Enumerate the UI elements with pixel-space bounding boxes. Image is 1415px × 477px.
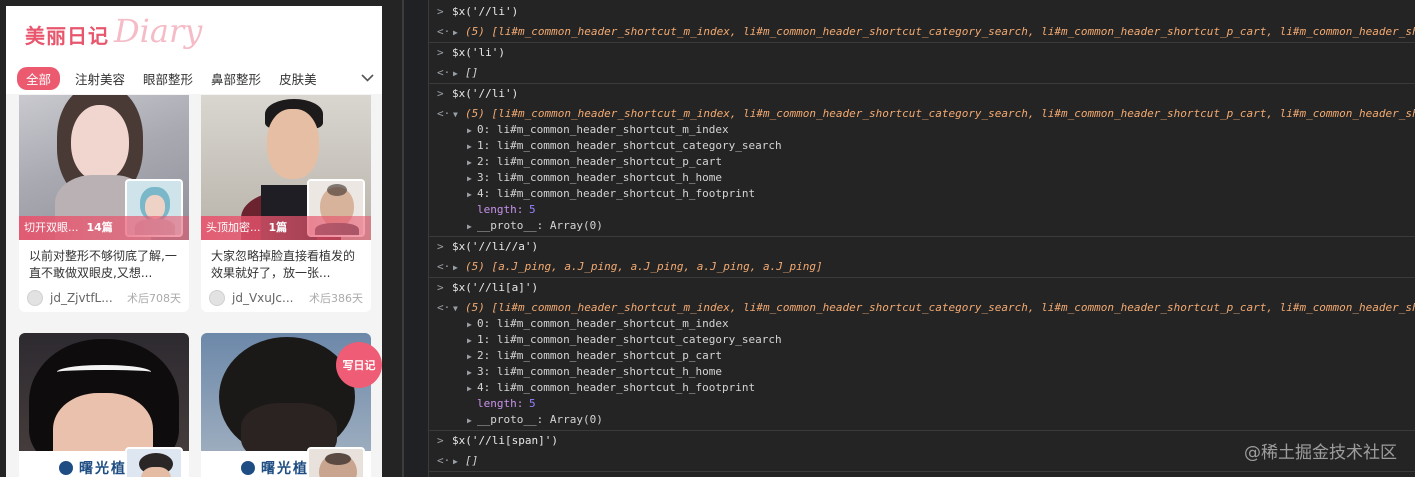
tab-skin[interactable]: 皮肤美: [279, 69, 317, 88]
card-thumbnail: [125, 447, 183, 477]
category-tabs: 全部 注射美容 眼部整形 鼻部整形 皮肤美: [6, 62, 382, 94]
result-arrow-icon: <·: [437, 107, 451, 120]
card-footer: jd_ZjvtfL... 术后708天: [19, 284, 189, 312]
diary-card[interactable]: 头顶加密... 1篇 大家忽略掉脸直接看植发的效果就好了，放一张... jd_Vx…: [201, 95, 371, 312]
expand-triangle-icon[interactable]: ▶: [467, 139, 472, 155]
expand-triangle-icon[interactable]: ▶: [467, 155, 472, 171]
expand-triangle-icon[interactable]: ▶: [467, 349, 472, 365]
card-footer: jd_VxuJc... 术后386天: [201, 284, 371, 312]
expand-triangle-icon[interactable]: ▶: [453, 260, 458, 276]
app-title-script: Diary: [114, 12, 203, 50]
prompt-chevron-icon: >: [437, 281, 444, 294]
avatar: [27, 290, 43, 306]
card-brand-text: 曙光植: [261, 461, 309, 477]
card-summary: 大家忽略掉脸直接看植发的效果就好了，放一张...: [211, 249, 356, 280]
result-arrow-icon: <·: [437, 66, 451, 79]
avatar: [209, 290, 225, 306]
chevron-down-icon[interactable]: [352, 62, 382, 94]
entry-separator: [429, 471, 1415, 472]
panel-splitter[interactable]: [384, 0, 403, 477]
card-thumbnail: [307, 447, 365, 477]
entry-separator: [429, 430, 1415, 431]
card-summary: 以前对整形不够彻底了解,一直不敢做双眼皮,又想...: [29, 249, 177, 280]
app-title: 美丽日记: [25, 24, 109, 48]
expand-triangle-icon[interactable]: ▶: [467, 123, 472, 139]
card-cover-image: 头顶加密... 1篇: [201, 95, 371, 240]
entry-separator: [429, 277, 1415, 278]
result-arrow-icon: <·: [437, 454, 451, 467]
expand-triangle-icon[interactable]: ▶: [467, 381, 472, 397]
devtools-console[interactable]: > $x('//li') <· ▶ (5) [li#m_common_heade…: [429, 0, 1415, 477]
collapse-triangle-icon[interactable]: ▼: [453, 301, 458, 317]
diary-card[interactable]: 曙光植: [19, 333, 189, 477]
entry-separator: [429, 236, 1415, 237]
expand-triangle-icon[interactable]: ▶: [453, 454, 458, 470]
card-brand-text: 曙光植: [79, 461, 127, 477]
result-arrow-icon: <·: [437, 260, 451, 273]
tab-eye[interactable]: 眼部整形: [143, 69, 193, 88]
expand-triangle-icon[interactable]: ▶: [467, 317, 472, 333]
tab-all[interactable]: 全部: [17, 66, 61, 90]
prompt-chevron-icon: >: [437, 240, 444, 253]
expand-triangle-icon[interactable]: ▶: [467, 219, 472, 235]
card-tag: 头顶加密... 1篇: [201, 216, 371, 240]
console-gutter: [404, 0, 428, 477]
card-cover-image: 切开双眼... 14篇: [19, 95, 189, 240]
expand-triangle-icon[interactable]: ▶: [453, 66, 458, 82]
write-diary-button[interactable]: 写日记: [336, 342, 382, 388]
expand-triangle-icon[interactable]: ▶: [453, 25, 458, 41]
phone-preview: 美丽日记 Diary 全部 注射美容 眼部整形 鼻部整形 皮肤美 切开双眼...…: [6, 6, 382, 477]
prompt-chevron-icon: >: [437, 87, 444, 100]
expand-triangle-icon[interactable]: ▶: [467, 365, 472, 381]
expand-triangle-icon[interactable]: ▶: [467, 333, 472, 349]
collapse-triangle-icon[interactable]: ▼: [453, 107, 458, 123]
expand-triangle-icon[interactable]: ▶: [467, 171, 472, 187]
prompt-chevron-icon: >: [437, 46, 444, 59]
card-cover-image: 曙光植: [19, 333, 189, 477]
entry-separator: [429, 83, 1415, 84]
watermark: @稀土掘金技术社区: [1244, 443, 1397, 463]
app-header: 美丽日记 Diary: [6, 6, 382, 62]
entry-separator: [429, 42, 1415, 43]
result-arrow-icon: <·: [437, 25, 451, 38]
card-time: 术后708天: [127, 292, 181, 305]
card-time: 术后386天: [309, 292, 363, 305]
diary-card[interactable]: 切开双眼... 14篇 以前对整形不够彻底了解,一直不敢做双眼皮,又想... jd…: [19, 95, 189, 312]
result-arrow-icon: <·: [437, 301, 451, 314]
prompt-chevron-icon: >: [437, 5, 444, 18]
card-tag: 切开双眼... 14篇: [19, 216, 189, 240]
prompt-chevron-icon: >: [437, 434, 444, 447]
expand-triangle-icon[interactable]: ▶: [467, 187, 472, 203]
card-user: jd_ZjvtfL...: [50, 291, 113, 305]
card-user: jd_VxuJc...: [232, 291, 294, 305]
expand-triangle-icon[interactable]: ▶: [467, 413, 472, 429]
tab-injection[interactable]: 注射美容: [75, 69, 125, 88]
tab-nose[interactable]: 鼻部整形: [211, 69, 261, 88]
